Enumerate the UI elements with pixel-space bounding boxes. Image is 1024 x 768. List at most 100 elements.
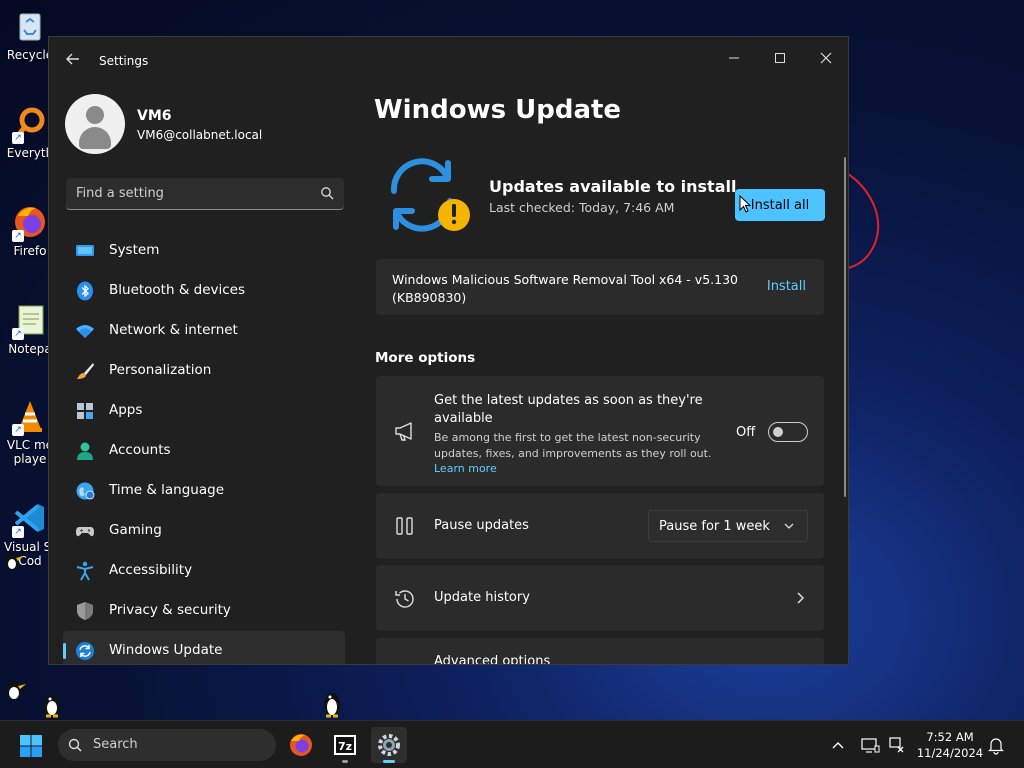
close-button[interactable] <box>803 45 848 75</box>
back-arrow-icon[interactable] <box>63 51 83 71</box>
svg-text:7z: 7z <box>338 740 352 753</box>
minimize-button[interactable] <box>711 45 757 75</box>
penguin-icon <box>322 690 342 718</box>
gear-icon <box>378 734 400 756</box>
person-icon <box>77 442 93 460</box>
sidebar-item-label: Apps <box>109 402 143 418</box>
taskbar-search[interactable]: Search <box>58 729 276 761</box>
bluetooth-icon <box>77 281 93 301</box>
sidebar-item-label: Windows Update <box>109 642 223 658</box>
sidebar-item-gaming[interactable]: Gaming <box>63 511 345 551</box>
install-link[interactable]: Install <box>767 279 806 294</box>
sidebar-item-accounts[interactable]: Accounts <box>63 431 345 471</box>
clock-time: 7:52 AM <box>926 730 974 744</box>
wifi-icon <box>76 325 94 338</box>
update-sync-warning-icon <box>390 158 470 232</box>
sidebar-item-time-language[interactable]: Time & language <box>63 471 345 511</box>
sidebar-item-label: Bluetooth & devices <box>109 282 246 298</box>
pause-icon <box>396 517 413 535</box>
sidebar-item-label: Privacy & security <box>109 602 231 618</box>
clock-date: 11/24/2024 <box>916 746 984 760</box>
update-icon <box>76 642 94 660</box>
taskbar-settings[interactable] <box>371 727 407 763</box>
sidebar-item-label: Time & language <box>109 482 225 498</box>
latest-updates-toggle[interactable] <box>768 422 808 442</box>
shortcut-arrow-icon: ↗ <box>12 526 24 538</box>
notification-bell-icon[interactable] <box>986 735 1006 755</box>
latest-updates-card: Get the latest updates as soon as they'r… <box>376 376 824 486</box>
latest-updates-description-2: updates, fixes, and improvements as they… <box>434 447 712 460</box>
update-history-title: Update history <box>434 590 530 605</box>
search-input[interactable] <box>66 178 306 209</box>
mouse-cursor-icon <box>739 195 751 213</box>
update-status-title: Updates available to install <box>489 177 737 196</box>
notepad-icon: ↗ <box>12 302 48 340</box>
sidebar-item-windows-update[interactable]: Windows Update <box>63 631 345 664</box>
user-email: VM6@collabnet.local <box>137 128 263 142</box>
sidebar-item-system[interactable]: System <box>63 231 345 271</box>
shield-icon <box>77 602 93 620</box>
system-clock[interactable]: 7:52 AM 11/24/2024 <box>916 729 984 761</box>
scrollbar[interactable] <box>844 157 846 497</box>
maximize-button[interactable] <box>757 45 803 75</box>
search-icon[interactable] <box>320 186 334 200</box>
vlc-cone-icon: ↗ <box>12 398 48 436</box>
windows-start-icon[interactable] <box>20 735 42 757</box>
latest-updates-description: Be among the first to get the latest non… <box>434 431 701 444</box>
advanced-options-title: Advanced options <box>434 654 551 665</box>
chevron-right-icon <box>797 592 805 604</box>
pause-updates-card: Pause updates Pause for 1 week <box>376 493 824 559</box>
pending-update-card: Windows Malicious Software Removal Tool … <box>376 259 824 315</box>
sidebar-item-label: Gaming <box>109 522 162 538</box>
dropdown-selected-value: Pause for 1 week <box>659 519 770 534</box>
globe-icon <box>76 482 95 500</box>
7zip-icon: 7z <box>334 735 356 755</box>
sidebar-item-label: Network & internet <box>109 322 238 338</box>
update-history-card[interactable]: Update history <box>376 565 824 631</box>
user-name: VM6 <box>137 108 172 124</box>
title-bar: Settings <box>49 37 848 85</box>
search-icon <box>68 738 82 752</box>
brush-icon <box>77 363 94 379</box>
red-annotation-mark <box>847 173 880 269</box>
shortcut-arrow-icon: ↗ <box>12 230 24 242</box>
system-icon <box>76 245 94 256</box>
taskbar-firefox[interactable] <box>283 727 319 763</box>
accessibility-icon <box>76 561 94 581</box>
shortcut-arrow-icon: ↗ <box>12 424 24 436</box>
pause-duration-dropdown[interactable]: Pause for 1 week <box>648 510 808 542</box>
more-options-heading: More options <box>375 350 476 366</box>
sidebar-item-apps[interactable]: Apps <box>63 391 345 431</box>
sidebar-item-privacy[interactable]: Privacy & security <box>63 591 345 631</box>
pending-update-name: Windows Malicious Software Removal Tool … <box>392 272 738 305</box>
find-setting-search <box>66 178 344 210</box>
taskbar-7zip[interactable]: 7z <box>327 727 363 763</box>
penguin-icon <box>42 692 62 718</box>
toggle-state-label: Off <box>736 425 756 440</box>
firefox-icon: ↗ <box>12 204 48 242</box>
sidebar-item-bluetooth[interactable]: Bluetooth & devices <box>63 271 345 311</box>
page-title: Windows Update <box>374 95 622 125</box>
taskbar-search-label: Search <box>93 737 138 752</box>
avatar <box>65 94 125 154</box>
shortcut-arrow-icon: ↗ <box>12 328 24 340</box>
network-disconnected-icon[interactable] <box>886 735 906 755</box>
window-title: Settings <box>99 54 149 68</box>
settings-window: Settings VM6 VM6@collabnet.local System … <box>48 36 849 665</box>
firefox-icon <box>290 734 312 756</box>
megaphone-icon <box>395 422 412 441</box>
sidebar-item-label: Personalization <box>109 362 212 378</box>
chevron-up-icon[interactable] <box>828 735 848 755</box>
sidebar-item-label: Accessibility <box>109 562 193 578</box>
learn-more-link[interactable]: Learn more <box>434 462 497 475</box>
advanced-options-card[interactable]: Advanced options <box>376 638 824 665</box>
gamepad-icon <box>76 527 94 537</box>
history-icon <box>395 590 414 608</box>
everything-search-icon: ↗ <box>12 106 48 144</box>
sidebar-item-accessibility[interactable]: Accessibility <box>63 551 345 591</box>
display-icon[interactable] <box>860 735 880 755</box>
penguin-icon <box>2 552 26 572</box>
sidebar-item-network[interactable]: Network & internet <box>63 311 345 351</box>
shortcut-arrow-icon: ↗ <box>12 132 24 144</box>
sidebar-item-personalization[interactable]: Personalization <box>63 351 345 391</box>
